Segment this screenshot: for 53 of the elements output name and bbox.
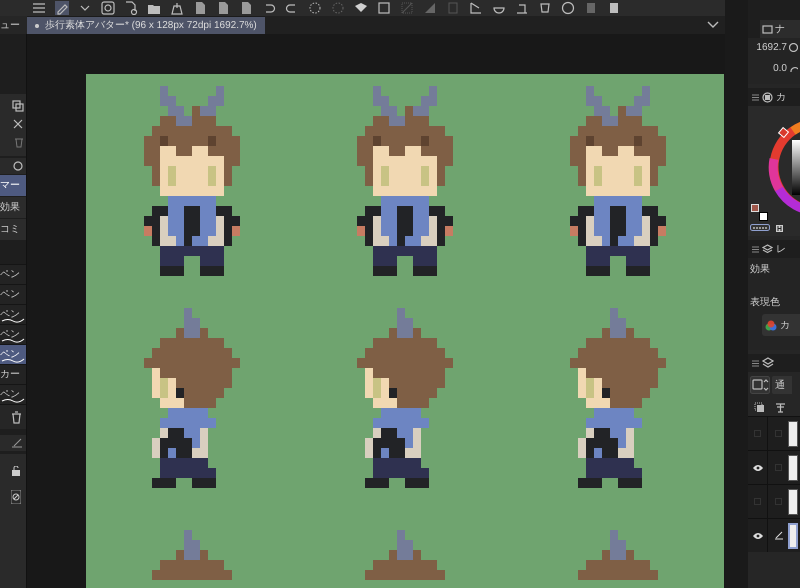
layer-property-icon[interactable] [762,244,773,254]
document-tab[interactable]: 歩行素体アバター* (96 x 128px 72dpi 1692.7%) [27,17,265,34]
subtool-item[interactable]: ペン [0,285,26,304]
subtool-item[interactable]: ペン [0,265,26,284]
hsv-mode-icon[interactable] [776,225,783,232]
category-tab[interactable]: 効果 [0,197,26,218]
stroke-preview-icon [1,337,25,343]
eye-icon[interactable] [752,464,762,470]
menu-icon[interactable] [32,1,46,15]
zoom-value: 1692.7 [756,41,787,55]
chevron-down-icon[interactable] [707,21,719,29]
pencil-icon[interactable] [55,1,69,15]
menu-icon[interactable] [752,246,759,252]
layer-thumbnail[interactable] [788,522,798,548]
layer-thumbnail[interactable] [788,488,798,514]
sub-color-swatch[interactable] [759,212,768,221]
subtool-item[interactable]: ペン [0,345,26,364]
panel-tab[interactable]: レ [776,242,786,256]
section-label: 表現色 [750,296,781,310]
cup-icon[interactable] [538,1,552,15]
category-tab[interactable]: コミ [0,219,26,240]
color-mode-button[interactable]: カ [762,314,800,336]
blend-mode-dropdown[interactable]: 通 [772,376,792,394]
document-icon[interactable] [607,1,621,15]
angle-value: 0.0 [773,62,787,76]
stroke-preview-icon [1,317,25,323]
color-circles-icon [765,320,777,330]
stroke-preview-icon [1,357,25,363]
eye-icon[interactable] [752,532,762,538]
loading-icon[interactable] [308,1,322,15]
category-tab[interactable]: マー [0,175,26,196]
subtool-item[interactable]: ペン [0,325,26,344]
layer-thumbnail[interactable] [788,454,798,480]
prohibited-icon[interactable] [11,490,21,504]
main-color-swatch[interactable] [751,204,759,212]
menu-icon[interactable] [752,360,759,366]
layer-thumbnail[interactable] [788,420,798,446]
unlock-icon[interactable] [12,466,21,476]
section-label: 効果 [750,262,771,277]
stroke-preview-icon [1,397,25,403]
selection-icon[interactable] [377,1,391,15]
layers-icon[interactable] [762,357,774,369]
pen-icon[interactable] [11,438,23,448]
trash-icon[interactable] [11,410,22,424]
menu-icon[interactable] [752,94,759,100]
copy-icon[interactable] [12,100,24,112]
navigator-icon[interactable] [762,24,773,34]
panel-tab[interactable]: カ [776,90,786,104]
subtool-item[interactable]: ペン [0,385,26,404]
subtool-item[interactable]: ペン [0,305,26,324]
dot-icon [35,24,39,28]
subtool-item[interactable]: カー [0,365,26,384]
color-icon[interactable] [762,92,773,102]
